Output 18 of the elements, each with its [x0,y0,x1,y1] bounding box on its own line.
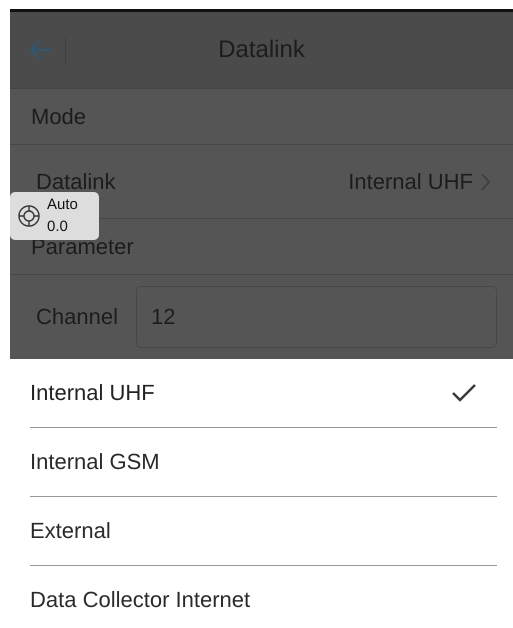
option-item[interactable]: External [30,497,497,566]
option-label: Internal GSM [30,449,161,475]
checkmark-icon [451,383,477,403]
badge-mode: Auto [47,195,78,215]
row-value: Internal UHF [348,168,473,194]
row-label: Channel [36,304,118,330]
option-label: Data Collector Internet [30,587,252,613]
target-icon [17,204,41,228]
option-label: External [30,518,112,544]
row-label: Datalink [36,168,116,194]
section-label: Mode [31,104,86,130]
back-arrow-icon[interactable] [28,40,54,60]
option-item[interactable]: Data Collector Internet [30,566,497,628]
option-label: Internal UHF [30,380,156,406]
floating-position-tooltip[interactable]: Auto 0.0 [10,192,99,240]
option-item[interactable]: Internal GSM [30,428,497,497]
chevron-icon [481,172,491,190]
option-item[interactable]: Internal UHF [30,359,497,428]
